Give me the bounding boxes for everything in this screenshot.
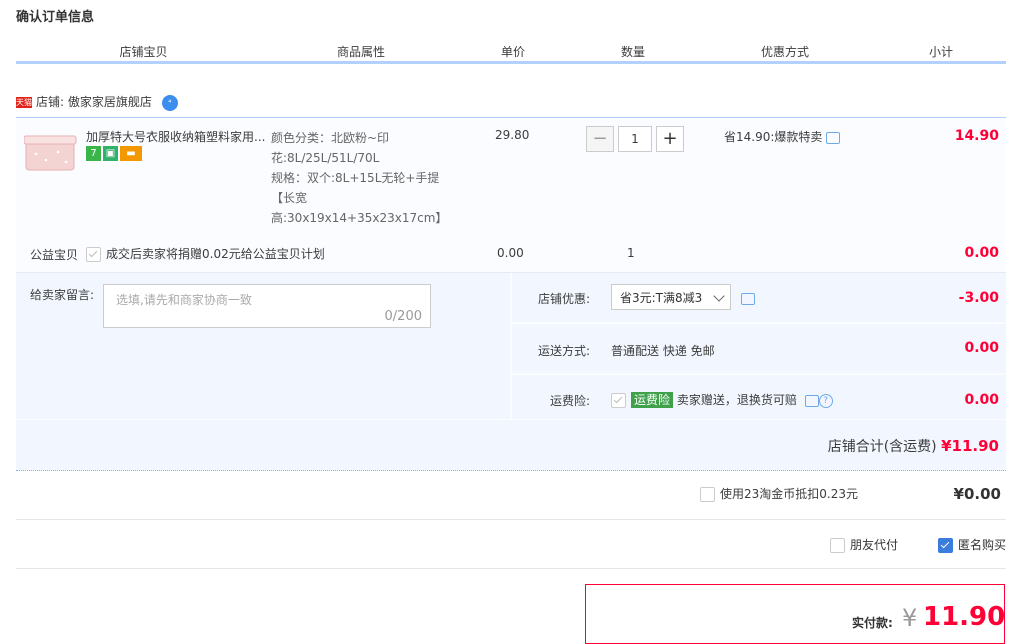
column-header-promo: 优惠方式 xyxy=(760,45,809,59)
anonymous-checkbox[interactable] xyxy=(938,538,953,553)
product-name-link[interactable]: 加厚特大号衣服收纳箱塑料家用... xyxy=(86,128,266,145)
insurance-value: 0.00 xyxy=(964,392,999,408)
tmall-icon: 天猫 xyxy=(16,97,32,108)
qty-plus-button[interactable]: + xyxy=(656,126,684,152)
divider xyxy=(16,519,1006,520)
column-header-attr: 商品属性 xyxy=(336,45,385,59)
charity-option: 成交后卖家将捐赠0.02元给公益宝贝计划 xyxy=(86,245,325,262)
header-divider xyxy=(16,61,1006,64)
coin-checkbox[interactable] xyxy=(700,487,715,502)
shop-row: 天猫 店铺: 傲家家居旗舰店 ⁴ xyxy=(16,93,178,111)
insurance-text: 卖家赠送，退换货可赔 xyxy=(676,393,797,407)
help-icon[interactable]: ? xyxy=(818,393,833,408)
shipping-method: 普通配送 快递 免邮 xyxy=(611,344,715,358)
column-header-qty: 数量 xyxy=(620,45,645,59)
message-counter: 0/200 xyxy=(384,309,422,324)
service-icons: 7 ▣ ▬ xyxy=(86,146,144,161)
shipping-value: 0.00 xyxy=(964,340,999,356)
attr-color: 颜色分类：北欧粉~印花:8L/25L/51L/70L xyxy=(271,131,390,165)
comment-icon[interactable] xyxy=(741,292,755,305)
guarantee-icon: ▣ xyxy=(103,146,118,161)
friend-pay-label: 朋友代付 xyxy=(850,538,899,552)
column-header-item: 店铺宝贝 xyxy=(119,45,168,59)
anonymous-option: 匿名购买 xyxy=(938,537,1006,553)
charity-qty: 1 xyxy=(627,246,635,260)
charity-subtotal: 0.00 xyxy=(964,245,999,261)
insurance-checkbox[interactable] xyxy=(611,393,626,408)
shop-discount-label: 店铺优惠: xyxy=(537,292,590,306)
promo-method: 省14.90:爆款特卖 xyxy=(724,128,841,145)
payment-currency: ¥ xyxy=(902,604,918,632)
unit-price: 29.80 xyxy=(495,128,530,142)
shop-discount-selected: 省3元:T满8减3 xyxy=(620,291,703,305)
comment-icon[interactable] xyxy=(826,131,841,144)
charity-price: 0.00 xyxy=(497,246,524,260)
column-header-price: 单价 xyxy=(500,45,525,59)
product-attributes: 颜色分类：北欧粉~印花:8L/25L/51L/70L 规格：双个:8L+15L无… xyxy=(271,128,451,228)
payment-label: 实付款: xyxy=(852,616,893,630)
comment-icon[interactable] xyxy=(804,394,819,407)
qty-minus-button[interactable]: − xyxy=(586,126,614,152)
coin-text: 使用23淘金币抵扣0.23元 xyxy=(720,487,858,501)
chevron-down-icon xyxy=(713,290,725,302)
column-headers: 店铺宝贝 商品属性 单价 数量 优惠方式 小计 xyxy=(16,44,1006,60)
shop-discount-select[interactable]: 省3元:T满8减3 xyxy=(611,284,731,310)
shop-discount-value: -3.00 xyxy=(958,290,999,306)
insurance-tag: 运费险 xyxy=(631,392,674,408)
promo-text: 省14.90:爆款特卖 xyxy=(724,130,823,144)
divider xyxy=(16,568,1006,569)
coin-option: 使用23淘金币抵扣0.23元 xyxy=(700,486,858,502)
attr-spec: 规格：双个:8L+15L无轮+手提【长宽高:30x19x14+35x23x17c… xyxy=(271,171,448,225)
chat-wangwang-icon[interactable]: ⁴ xyxy=(161,94,178,111)
seven-day-return-icon: 7 xyxy=(86,146,101,161)
shop-total: 店铺合计(含运费) ¥11.90 xyxy=(828,436,999,456)
shipping-label: 运送方式: xyxy=(537,344,590,358)
page-title: 确认订单信息 xyxy=(16,10,95,25)
qty-input[interactable]: 1 xyxy=(618,126,652,152)
payment-amount: 11.90 xyxy=(923,602,1006,632)
anonymous-label: 匿名购买 xyxy=(958,538,1007,552)
message-placeholder: 选填,请先和商家协商一致 xyxy=(116,293,252,307)
charity-label: 公益宝贝 xyxy=(30,248,79,262)
credit-card-icon: ▬ xyxy=(120,146,142,161)
message-label: 给卖家留言: xyxy=(30,288,95,302)
message-textarea[interactable]: 选填,请先和商家协商一致 0/200 xyxy=(103,284,431,328)
quantity-stepper: −1 + xyxy=(586,126,684,152)
friend-pay-option: 朋友代付 xyxy=(830,537,898,553)
shop-name[interactable]: 傲家家居旗舰店 xyxy=(68,95,152,109)
coin-value: ¥0.00 xyxy=(953,485,1001,503)
friend-pay-checkbox[interactable] xyxy=(830,538,845,553)
shop-total-label: 店铺合计(含运费) xyxy=(827,439,937,455)
charity-checkbox[interactable] xyxy=(86,247,101,262)
column-header-subtotal: 小计 xyxy=(928,45,953,59)
insurance-option: 运费险 卖家赠送，退换货可赔 ? xyxy=(611,391,833,408)
item-subtotal: 14.90 xyxy=(954,128,999,144)
product-thumbnail[interactable] xyxy=(24,130,78,176)
charity-text: 成交后卖家将捐赠0.02元给公益宝贝计划 xyxy=(106,247,325,261)
shop-total-value: ¥11.90 xyxy=(941,437,999,455)
insurance-label: 运费险: xyxy=(549,394,590,408)
shop-prefix: 店铺: xyxy=(36,95,65,109)
